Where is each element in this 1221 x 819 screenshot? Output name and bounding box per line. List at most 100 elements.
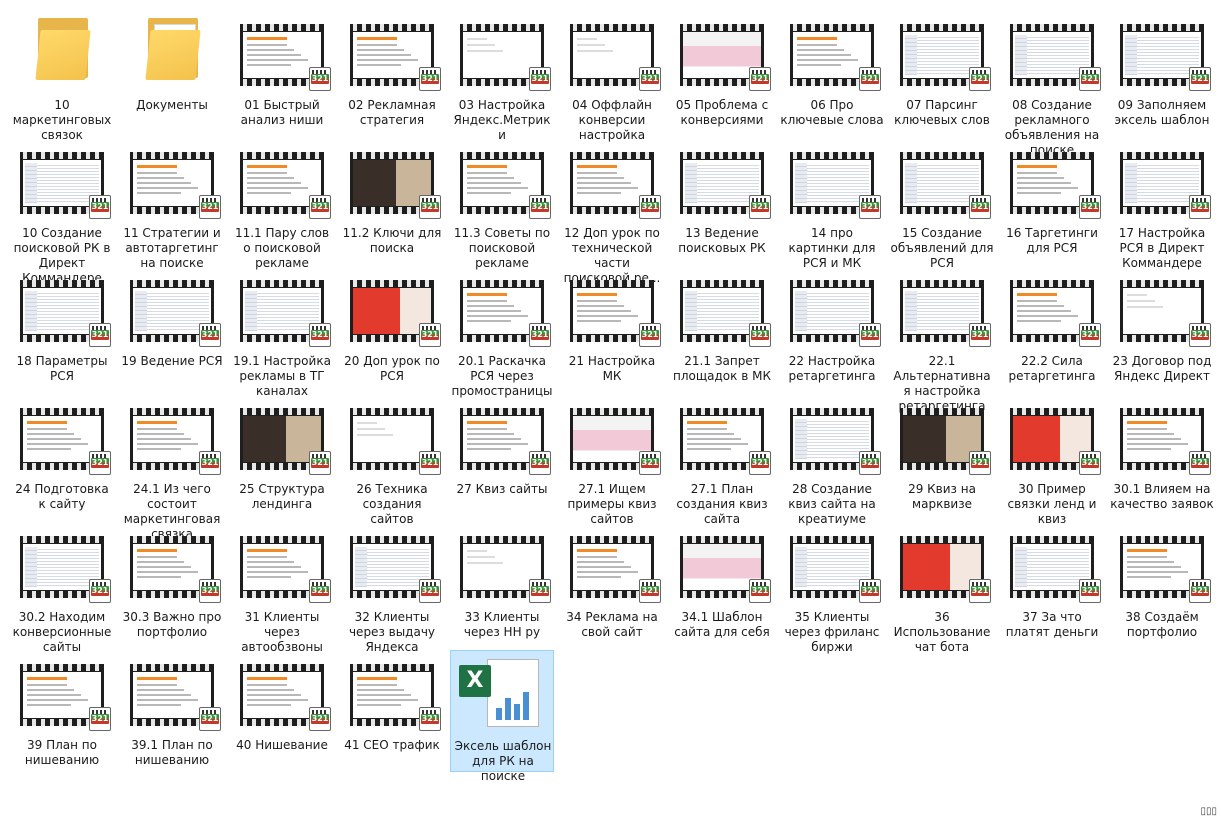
file-item[interactable]: 321 11.1 Пару слов о поисковой рекламе: [230, 138, 334, 270]
file-item[interactable]: 321 37 За что платят деньги: [1000, 522, 1104, 644]
file-item[interactable]: 321 02 Рекламная стратегия: [340, 10, 444, 132]
file-item[interactable]: 321 30.3 Важно про портфолио: [120, 522, 224, 644]
file-name: 09 Заполняем эксель шаблон: [1114, 98, 1210, 127]
file-item[interactable]: 321 32 Клиенты через выдачу Яндекса: [340, 522, 444, 654]
file-thumbnail: 321: [670, 522, 774, 607]
file-item[interactable]: 321 20.1 Раскачка РСЯ через промостраницы: [450, 266, 554, 398]
file-item[interactable]: 321 38 Создаём портфолио: [1110, 522, 1214, 644]
file-item[interactable]: 321 20 Доп урок по РСЯ: [340, 266, 444, 388]
media-player-classic-icon: 321: [749, 195, 771, 219]
file-thumbnail: 321: [890, 394, 994, 479]
file-item[interactable]: 321 39 План по нишеванию: [10, 650, 114, 772]
file-item[interactable]: 321 28 Создание квиз сайта на креатиуме: [780, 394, 884, 526]
file-item[interactable]: 321 11.3 Советы по поисковой рекламе: [450, 138, 554, 270]
file-thumbnail: 321: [890, 10, 994, 95]
file-item[interactable]: 321 40 Нишевание: [230, 650, 334, 772]
file-item[interactable]: 321 09 Заполняем эксель шаблон: [1110, 10, 1214, 132]
file-item[interactable]: 321 29 Квиз на марквизе: [890, 394, 994, 516]
file-name: 11.2 Ключи для поиска: [342, 226, 442, 255]
file-item[interactable]: 321 19.1 Настройка рекламы в ТГ каналах: [230, 266, 334, 398]
file-item[interactable]: 321 27 Квиз сайты: [450, 394, 554, 516]
file-item[interactable]: 321 30.1 Влияем на качество заявок: [1110, 394, 1214, 516]
file-name: 11.1 Пару слов о поисковой рекламе: [234, 226, 330, 270]
file-item[interactable]: 321 22 Настройка ретаргетинга: [780, 266, 884, 388]
file-item[interactable]: 321 39.1 План по нишеванию: [120, 650, 224, 772]
slide-line: [467, 172, 507, 174]
file-item[interactable]: 321 25 Структура лендинга: [230, 394, 334, 516]
slide-line: [467, 44, 495, 46]
slide-line: [137, 561, 184, 563]
file-item[interactable]: 321 41 СЕО трафик: [340, 650, 444, 772]
file-name: 31 Клиенты через автообзвоны: [241, 610, 323, 654]
file-thumbnail: 321: [450, 138, 554, 223]
slide-table: [795, 291, 869, 331]
file-item[interactable]: 321 11.2 Ключи для поиска: [340, 138, 444, 260]
slide-line: [467, 38, 487, 40]
file-item[interactable]: 321 08 Создание рекламного объявления на …: [1000, 10, 1104, 157]
file-item[interactable]: 321 21.1 Запрет площадок в МК: [670, 266, 774, 388]
file-item[interactable]: 321 23 Договор под Яндекс Директ: [1110, 266, 1214, 388]
file-item[interactable]: 321 27.1 План создания квиз сайта: [670, 394, 774, 526]
file-item[interactable]: 321 07 Парсинг ключевых слов: [890, 10, 994, 132]
file-thumbnail: 321: [670, 10, 774, 95]
file-item[interactable]: 321 21 Настройка МК: [560, 266, 664, 388]
slide-heading: [1017, 293, 1057, 296]
file-item[interactable]: 321 04 Оффлайн конверсии настройка: [560, 10, 664, 142]
file-item[interactable]: 321 19 Ведение РСЯ: [120, 266, 224, 388]
file-thumbnail: 321: [120, 138, 224, 223]
file-item[interactable]: 321 11 Стратегии и автотаргетинг на поиск…: [120, 138, 224, 270]
file-item[interactable]: 321 10 Создание поисковой РК в Директ Ком…: [10, 138, 114, 285]
file-item[interactable]: 321 34.1 Шаблон сайта для себя: [670, 522, 774, 644]
file-item[interactable]: X Эксель шаблон для РК на поиске: [450, 650, 554, 783]
file-name: 16 Таргетинги для РСЯ: [1006, 226, 1098, 255]
file-item[interactable]: 321 22.2 Сила ретаргетинга: [1000, 266, 1104, 388]
slide-line: [247, 556, 287, 558]
slide-table: [25, 163, 99, 203]
file-item[interactable]: 321 05 Проблема с конверсиями: [670, 10, 774, 132]
file-item[interactable]: 321 30.2 Находим конверсионные сайты: [10, 522, 114, 654]
file-item[interactable]: 321 12 Доп урок по технической части поис…: [560, 138, 664, 285]
slide-heading: [1017, 165, 1057, 168]
file-item[interactable]: 321 22.1 Альтернативная настройка ретарге…: [890, 266, 994, 413]
file-item[interactable]: 321 35 Клиенты через фриланс биржи: [780, 522, 884, 654]
file-item[interactable]: 321 30 Пример связки ленд и квиз: [1000, 394, 1104, 526]
file-item[interactable]: 321 17 Настройка РСЯ в Директ Коммандере: [1110, 138, 1214, 270]
view-toggle-icon[interactable]: ▯▯▯: [1200, 806, 1217, 817]
media-player-classic-icon: 321: [639, 323, 661, 347]
file-item[interactable]: Документы: [120, 10, 224, 132]
file-item[interactable]: 321 03 Настройка Яндекс.Метрики: [450, 10, 554, 142]
file-thumbnail: 321: [780, 10, 884, 95]
file-item[interactable]: 321 24.1 Из чего состоит маркетинговая св…: [120, 394, 224, 541]
file-thumbnail: 321: [230, 10, 334, 95]
file-item[interactable]: 10 маркетинговых связок: [10, 10, 114, 142]
file-item[interactable]: 321 06 Про ключевые слова: [780, 10, 884, 132]
file-item[interactable]: 321 27.1 Ищем примеры квиз сайтов: [560, 394, 664, 526]
file-thumbnail: 321: [560, 522, 664, 607]
slide-line: [797, 54, 851, 56]
file-item[interactable]: 321 14 про картинки для РСЯ и МК: [780, 138, 884, 270]
slide-line: [357, 684, 397, 686]
slide-line: [1127, 306, 1163, 308]
file-item[interactable]: 321 15 Создание объявлений для РСЯ: [890, 138, 994, 270]
film-perforation: [900, 408, 984, 415]
file-item[interactable]: 321 13 Ведение поисковых РК: [670, 138, 774, 260]
media-player-classic-icon: 321: [199, 579, 221, 603]
file-thumbnail: 321: [560, 138, 664, 223]
file-item[interactable]: 321 34 Реклама на свой сайт: [560, 522, 664, 644]
file-item[interactable]: 321 16 Таргетинги для РСЯ: [1000, 138, 1104, 260]
file-item[interactable]: 321 36 Использование чат бота: [890, 522, 994, 654]
slide-line: [1017, 182, 1071, 184]
file-item[interactable]: 321 26 Техника создания сайтов: [340, 394, 444, 526]
media-player-classic-icon: 321: [1079, 195, 1101, 219]
file-thumbnail: 321: [10, 266, 114, 351]
slide-heading: [467, 165, 507, 168]
file-item[interactable]: 321 24 Подготовка к сайту: [10, 394, 114, 516]
file-item[interactable]: 321 01 Быстрый анализ ниши: [230, 10, 334, 132]
film-perforation: [350, 536, 434, 543]
file-item[interactable]: 321 31 Клиенты через автообзвоны: [230, 522, 334, 654]
file-thumbnail: 321: [780, 138, 884, 223]
slide-heading: [687, 421, 727, 424]
file-item[interactable]: 321 33 Клиенты через HH ру: [450, 522, 554, 644]
slide-line: [577, 571, 638, 573]
file-item[interactable]: 321 18 Параметры РСЯ: [10, 266, 114, 388]
